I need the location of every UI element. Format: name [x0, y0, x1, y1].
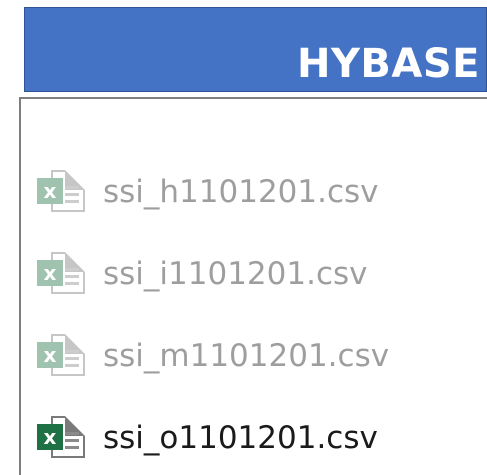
excel-csv-icon: x [35, 250, 93, 298]
excel-csv-icon: x [35, 332, 93, 380]
file-item-ssi-h1101201[interactable]: x ssi_h1101201.csv [35, 165, 475, 219]
file-name: ssi_h1101201.csv [103, 174, 379, 210]
excel-csv-icon: x [35, 414, 93, 462]
excel-csv-icon: x [35, 168, 93, 216]
header-title: HYBASE [296, 41, 480, 87]
file-item-ssi-o1101201[interactable]: x ssi_o1101201.csv [35, 411, 475, 465]
file-name: ssi_i1101201.csv [103, 256, 368, 292]
file-item-ssi-i1101201[interactable]: x ssi_i1101201.csv [35, 247, 475, 301]
file-name: ssi_m1101201.csv [103, 338, 390, 374]
file-name: ssi_o1101201.csv [103, 420, 378, 456]
file-item-ssi-m1101201[interactable]: x ssi_m1101201.csv [35, 329, 475, 383]
file-list-panel: x ssi_h1101201.csv x ssi_i1101201.csv x … [19, 97, 487, 475]
header-banner: HYBASE [24, 7, 487, 92]
page: HYBASE x ssi_h1101201.csv x ssi_i1101201… [0, 0, 487, 475]
